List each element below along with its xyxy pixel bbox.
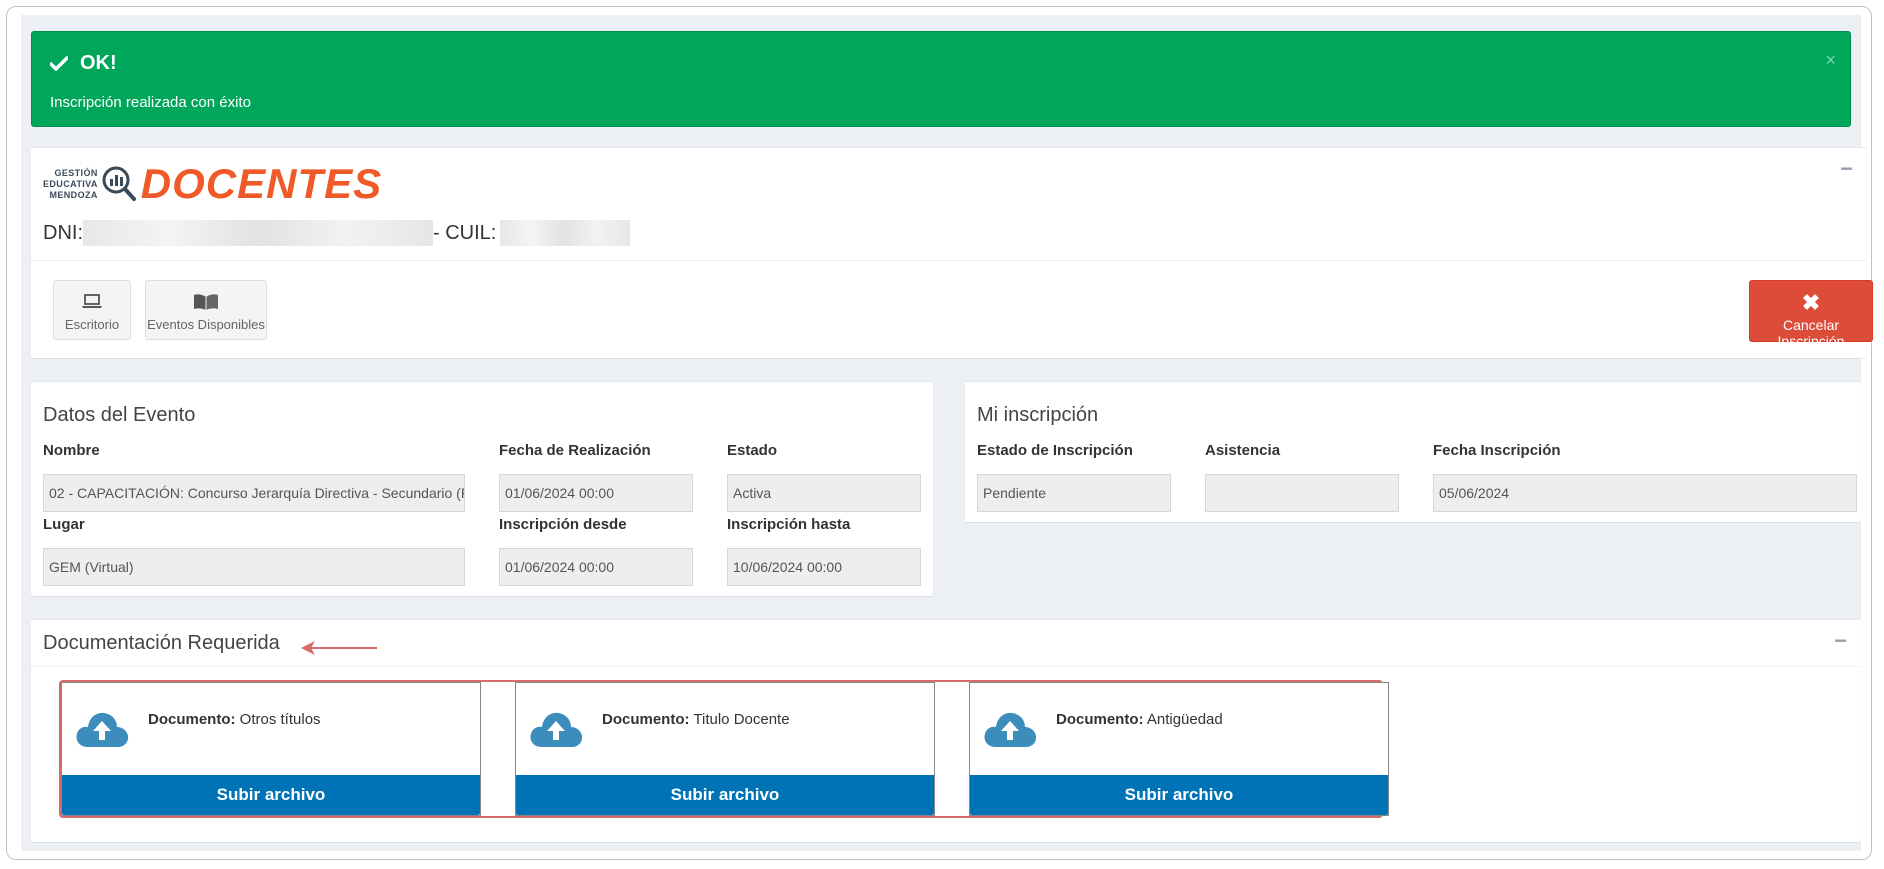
cuil-label: - CUIL: xyxy=(433,221,497,244)
escritorio-button[interactable]: Escritorio xyxy=(53,280,131,340)
alert-title-text: OK! xyxy=(80,52,117,74)
escritorio-label: Escritorio xyxy=(64,317,120,332)
estado-inscripcion-field: Pendiente xyxy=(977,474,1171,512)
inscription-section-title: Mi inscripción xyxy=(977,404,1099,426)
document-prefix: Documento: xyxy=(148,711,236,728)
nombre-label: Nombre xyxy=(43,442,100,459)
logo-line-3: MENDOZA xyxy=(49,189,98,200)
document-name-value: Antigüedad xyxy=(1146,711,1223,728)
nombre-field: 02 - CAPACITACIÓN: Concurso Jerarquía Di… xyxy=(43,474,465,512)
header-divider xyxy=(31,260,1867,261)
alert-title: OK! xyxy=(50,52,117,75)
upload-file-button[interactable]: Subir archivo xyxy=(62,775,480,815)
header-collapse-button[interactable]: − xyxy=(1840,156,1853,182)
alert-close-button[interactable]: × xyxy=(1825,50,1836,71)
id-line: DNI: - CUIL: xyxy=(43,220,631,246)
inscripcion-desde-label: Inscripción desde xyxy=(499,516,627,533)
cancel-inscription-button[interactable]: ✖ Cancelar Inscripción xyxy=(1749,280,1873,349)
document-card: Documento: Otros títulos Subir archivo xyxy=(61,682,481,816)
logo-brand-text: DOCENTES xyxy=(140,160,383,207)
user-header-box: GESTIÓN EDUCATIVA MENDOZA DOCENTES − DNI… xyxy=(31,147,1873,358)
estado-field: Activa xyxy=(727,474,921,512)
alert-message: Inscripción realizada con éxito xyxy=(50,94,251,111)
estado-inscripcion-label: Estado de Inscripción xyxy=(977,442,1133,459)
logo-caption: GESTIÓN EDUCATIVA MENDOZA xyxy=(43,168,98,201)
lugar-field: GEM (Virtual) xyxy=(43,548,465,586)
my-inscription-box: Mi inscripción Estado de Inscripción Pen… xyxy=(965,381,1861,522)
annotation-arrow-icon xyxy=(301,641,377,655)
cloud-upload-icon xyxy=(530,712,583,747)
book-icon xyxy=(146,293,266,311)
eventos-disponibles-button[interactable]: Eventos Disponibles xyxy=(145,280,267,340)
inscripcion-hasta-label: Inscripción hasta xyxy=(727,516,851,533)
check-icon xyxy=(50,55,68,71)
docs-section-title: Documentación Requerida xyxy=(43,632,280,654)
fecha-inscripcion-field: 05/06/2024 xyxy=(1433,474,1857,512)
cancel-label: Cancelar Inscripción xyxy=(1777,317,1845,349)
success-alert: OK! Inscripción realizada con éxito × xyxy=(31,31,1851,127)
docs-collapse-button[interactable]: − xyxy=(1834,628,1847,654)
content-wrapper: OK! Inscripción realizada con éxito × GE… xyxy=(21,15,1873,851)
dni-redacted xyxy=(83,220,433,246)
document-card: Documento: Antigüedad Subir archivo xyxy=(969,682,1389,816)
upload-file-button[interactable]: Subir archivo xyxy=(516,775,934,815)
inscripcion-hasta-field: 10/06/2024 00:00 xyxy=(727,548,921,586)
document-card: Documento: Titulo Docente Subir archivo xyxy=(515,682,935,816)
docs-divider xyxy=(31,666,1861,667)
logo-line-1: GESTIÓN xyxy=(54,167,98,178)
upload-file-button[interactable]: Subir archivo xyxy=(970,775,1388,815)
screenshot-frame: OK! Inscripción realizada con éxito × GE… xyxy=(6,6,1873,860)
document-name: Documento: Otros títulos xyxy=(148,711,321,728)
asistencia-field xyxy=(1205,474,1399,512)
fecha-realizacion-label: Fecha de Realización xyxy=(499,442,651,459)
document-name-value: Otros títulos xyxy=(239,711,321,728)
document-name-value: Titulo Docente xyxy=(693,711,790,728)
estado-label: Estado xyxy=(727,442,778,459)
document-name: Documento: Titulo Docente xyxy=(602,711,790,728)
document-name: Documento: Antigüedad xyxy=(1056,711,1223,728)
fecha-realizacion-field: 01/06/2024 00:00 xyxy=(499,474,693,512)
fecha-inscripcion-label: Fecha Inscripción xyxy=(1433,442,1561,459)
eventos-label: Eventos Disponibles xyxy=(147,317,265,332)
lugar-label: Lugar xyxy=(43,516,85,533)
inscripcion-desde-field: 01/06/2024 00:00 xyxy=(499,548,693,586)
close-icon: ✖ xyxy=(1801,290,1821,315)
document-prefix: Documento: xyxy=(602,711,690,728)
logo-line-2: EDUCATIVA xyxy=(43,178,98,189)
event-data-box: Datos del Evento Nombre 02 - CAPACITACIÓ… xyxy=(31,381,933,596)
cloud-upload-icon xyxy=(76,712,129,747)
required-docs-box: Documentación Requerida − Documento: Otr… xyxy=(31,619,1861,842)
event-section-title: Datos del Evento xyxy=(43,404,196,426)
magnifier-chart-icon xyxy=(102,166,136,201)
document-prefix: Documento: xyxy=(1056,711,1144,728)
laptop-icon xyxy=(54,293,130,311)
asistencia-label: Asistencia xyxy=(1205,442,1281,459)
gem-docentes-logo: GESTIÓN EDUCATIVA MENDOZA DOCENTES xyxy=(43,160,382,208)
dni-label: DNI: xyxy=(43,221,83,244)
cuil-redacted xyxy=(500,220,631,246)
cloud-upload-icon xyxy=(984,712,1037,747)
